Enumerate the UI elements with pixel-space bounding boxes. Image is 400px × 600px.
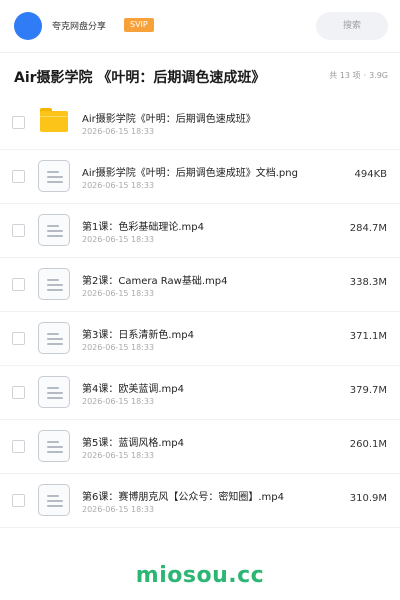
file-icon <box>38 484 70 516</box>
file-size: 260.1M <box>349 439 387 450</box>
folder-icon <box>40 108 68 132</box>
file-date: 2026-06-15 18:33 <box>82 343 155 352</box>
file-name: 第1课：色彩基础理论.mp4 <box>82 222 204 233</box>
file-date: 2026-06-15 18:33 <box>82 505 155 514</box>
file-date: 2026-06-15 18:33 <box>82 451 155 460</box>
file-size: 379.7M <box>349 385 387 396</box>
file-size: 310.9M <box>349 493 387 504</box>
list-item[interactable]: 第6课：赛博朋克风【公众号：密知圈】.mp4 2026-06-15 18:33 … <box>0 474 400 528</box>
file-icon <box>38 214 70 246</box>
select-checkbox[interactable] <box>12 278 25 291</box>
total-size: 3.9G <box>369 71 388 80</box>
file-icon <box>38 160 70 192</box>
file-date: 2026-06-15 18:33 <box>82 127 155 136</box>
svip-badge: SVIP <box>124 18 154 32</box>
file-size: 338.3M <box>349 277 387 288</box>
list-item[interactable]: Air摄影学院《叶明：后期调色速成班》文档.png 2026-06-15 18:… <box>0 150 400 204</box>
select-checkbox[interactable] <box>12 332 25 345</box>
file-name: 第6课：赛博朋克风【公众号：密知圈】.mp4 <box>82 492 284 503</box>
file-list: Air摄影学院《叶明：后期调色速成班》 2026-06-15 18:33 Air… <box>0 96 400 528</box>
select-checkbox[interactable] <box>12 170 25 183</box>
file-name: 第5课：蓝调风格.mp4 <box>82 438 184 449</box>
select-checkbox[interactable] <box>12 116 25 129</box>
file-name: Air摄影学院《叶明：后期调色速成班》 <box>82 114 256 125</box>
item-count: 共 13 项 <box>329 71 361 80</box>
meta-separator: · <box>363 71 367 80</box>
select-checkbox[interactable] <box>12 386 25 399</box>
file-date: 2026-06-15 18:33 <box>82 181 155 190</box>
file-icon <box>38 376 70 408</box>
list-item[interactable]: 第4课：欧美蓝调.mp4 2026-06-15 18:33 379.7M <box>0 366 400 420</box>
file-icon <box>38 268 70 300</box>
list-item[interactable]: 第1课：色彩基础理论.mp4 2026-06-15 18:33 284.7M <box>0 204 400 258</box>
avatar[interactable] <box>14 12 42 40</box>
file-name: 第3课：日系清新色.mp4 <box>82 330 194 341</box>
search-button[interactable]: 搜索 <box>316 12 388 40</box>
select-checkbox[interactable] <box>12 440 25 453</box>
file-size: 284.7M <box>349 223 387 234</box>
file-date: 2026-06-15 18:33 <box>82 397 155 406</box>
select-checkbox[interactable] <box>12 224 25 237</box>
folder-meta: 共 13 项 · 3.9G <box>329 70 388 81</box>
list-item[interactable]: 第3课：日系清新色.mp4 2026-06-15 18:33 371.1M <box>0 312 400 366</box>
file-size: 494KB <box>354 169 387 180</box>
watermark: miosou.cc <box>135 563 265 588</box>
file-date: 2026-06-15 18:33 <box>82 289 155 298</box>
list-item[interactable]: 第5课：蓝调风格.mp4 2026-06-15 18:33 260.1M <box>0 420 400 474</box>
file-name: Air摄影学院《叶明：后期调色速成班》文档.png <box>82 168 298 179</box>
file-date: 2026-06-15 18:33 <box>82 235 155 244</box>
file-icon <box>38 430 70 462</box>
file-size: 371.1M <box>349 331 387 342</box>
file-icon <box>38 322 70 354</box>
list-item[interactable]: Air摄影学院《叶明：后期调色速成班》 2026-06-15 18:33 <box>0 96 400 150</box>
file-name: 第2课：Camera Raw基础.mp4 <box>82 276 228 287</box>
app-name: 夸克网盘分享 <box>52 22 107 32</box>
list-item[interactable]: 第2课：Camera Raw基础.mp4 2026-06-15 18:33 33… <box>0 258 400 312</box>
select-checkbox[interactable] <box>12 494 25 507</box>
file-name: 第4课：欧美蓝调.mp4 <box>82 384 184 395</box>
header-divider <box>0 52 400 53</box>
folder-title: Air摄影学院 《叶明：后期调色速成班》 <box>14 70 266 86</box>
top-bar: 夸克网盘分享 SVIP 搜索 <box>0 0 400 52</box>
folder-header: Air摄影学院 《叶明：后期调色速成班》 共 13 项 · 3.9G <box>0 60 400 94</box>
